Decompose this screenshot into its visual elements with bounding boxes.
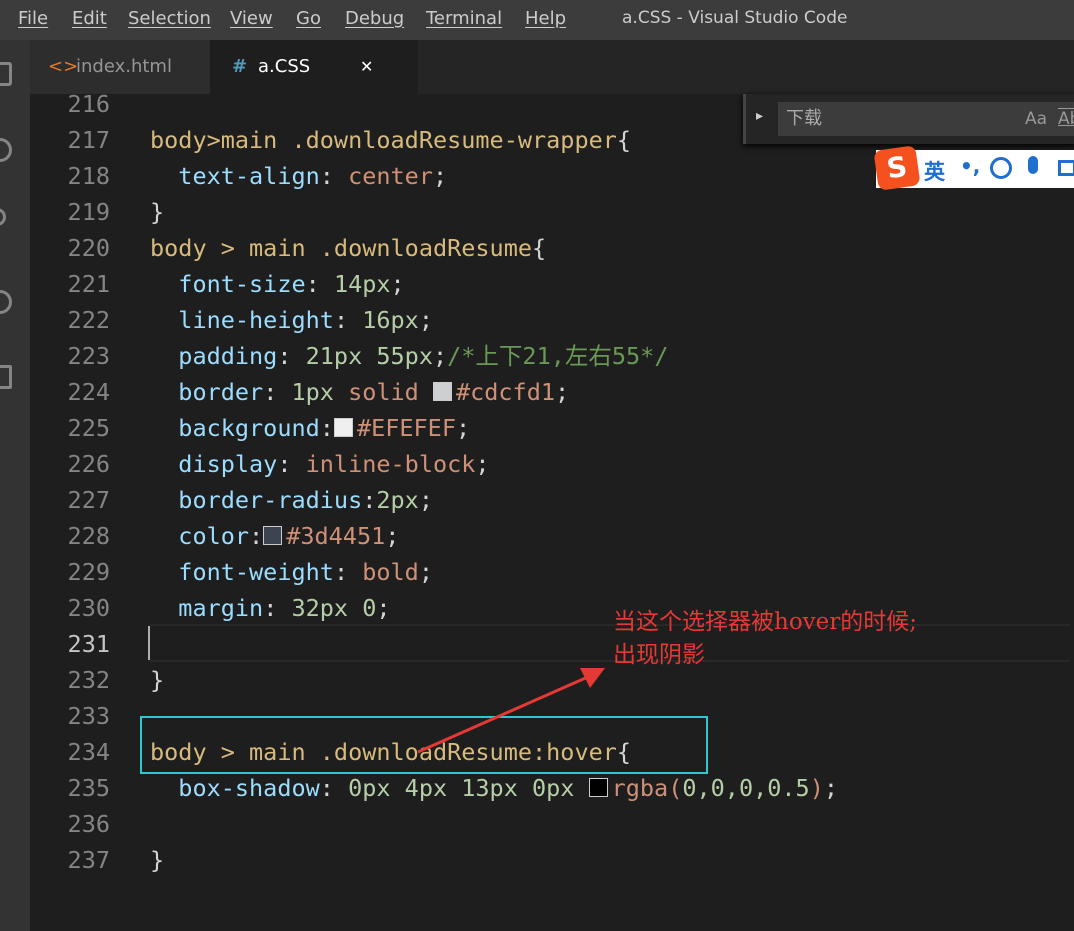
toggle-replace-icon[interactable]: ▸ [756,108,763,124]
annotation-line: 当这个选择器被hover的时候; [613,609,918,635]
sogou-logo: S [873,145,921,191]
annotation-line: 出现阴影 [613,642,705,668]
match-word-toggle[interactable]: Ab [1058,102,1074,136]
ime-toolbar: S 英 •, [873,145,1074,191]
emoji-icon[interactable] [990,157,1012,179]
punctuation-icon[interactable]: •, [960,154,980,178]
find-input[interactable]: 下载 Aa Ab [778,102,1074,136]
annotation-text: 当这个选择器被hover的时候; 出现阴影 [613,606,917,672]
match-case-toggle[interactable]: Aa [1025,102,1047,136]
find-widget: ▸ 下载 Aa Ab [743,94,1074,144]
microphone-icon[interactable] [1028,156,1038,174]
ime-mode[interactable]: 英 [924,156,945,186]
keyboard-icon[interactable] [1058,160,1074,176]
find-input-value: 下载 [786,108,822,129]
